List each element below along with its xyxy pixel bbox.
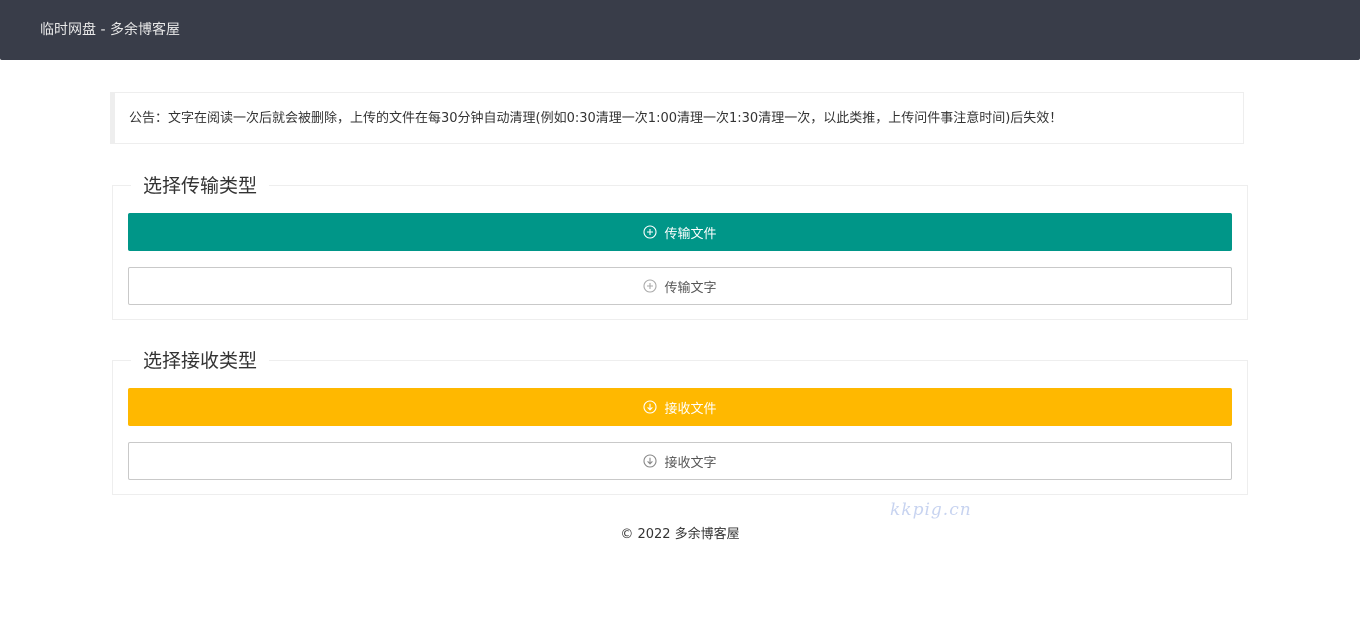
receive-type-section: 选择接收类型 接收文件 接收文字 <box>112 349 1248 495</box>
receive-file-button[interactable]: 接收文件 <box>128 388 1232 426</box>
notice-banner: 公告：文字在阅读一次后就会被删除，上传的文件在每30分钟自动清理(例如0:30清… <box>110 92 1244 144</box>
watermark: kkpig.cn <box>890 500 972 520</box>
download-circle-icon <box>643 454 658 468</box>
send-text-button[interactable]: 传输文字 <box>128 267 1232 305</box>
site-title[interactable]: 临时网盘 - 多余博客屋 <box>40 0 180 60</box>
send-text-label: 传输文字 <box>664 280 717 296</box>
send-section-legend: 选择传输类型 <box>131 174 270 198</box>
receive-file-label: 接收文件 <box>664 401 717 417</box>
send-file-label: 传输文件 <box>664 226 717 242</box>
top-header: 临时网盘 - 多余博客屋 <box>0 0 1360 60</box>
notice-text: 公告：文字在阅读一次后就会被删除，上传的文件在每30分钟自动清理(例如0:30清… <box>129 111 1063 126</box>
receive-text-label: 接收文字 <box>664 455 717 471</box>
send-file-button[interactable]: 传输文件 <box>128 213 1232 251</box>
receive-section-legend: 选择接收类型 <box>131 349 270 373</box>
send-type-section: 选择传输类型 传输文件 传输文字 <box>112 174 1248 320</box>
download-circle-icon <box>643 400 658 414</box>
receive-text-button[interactable]: 接收文字 <box>128 442 1232 480</box>
footer-copyright: © 2022 多余博客屋 <box>620 527 740 542</box>
plus-circle-icon <box>643 225 658 239</box>
plus-circle-icon <box>643 279 658 293</box>
